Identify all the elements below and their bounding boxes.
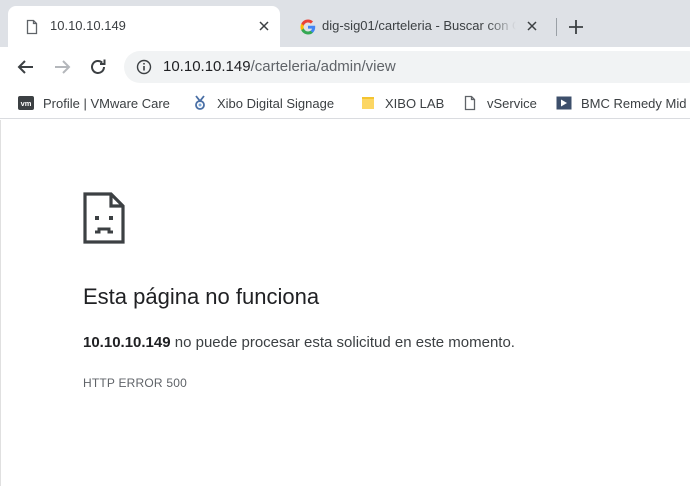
bookmark-folder-xibo-lab[interactable]: XIBO LAB [360,94,444,112]
page-content: Esta página no funciona 10.10.10.149 no … [0,120,690,486]
bookmark-bmc-remedy[interactable]: BMC Remedy Mid [556,94,690,112]
vmware-icon: vm [18,96,34,110]
error-code: HTTP ERROR 500 [83,376,187,390]
folder-icon [362,97,374,109]
url-host: 10.10.10.149 [163,58,251,75]
info-icon[interactable] [136,59,152,75]
back-arrow-icon[interactable] [14,55,38,79]
bookmark-label: vService [487,95,537,111]
bmc-icon [556,96,572,110]
error-title: Esta página no funciona [83,284,320,309]
tab-title: dig-sig01/carteleria - Buscar con Google [322,18,516,33]
tab-active[interactable]: 10.10.10.149 [8,6,280,47]
error-description: 10.10.10.149 no puede procesar esta soli… [83,334,515,351]
bookmark-xibo-digital-signage[interactable]: Xibo Digital Signage [192,94,334,112]
tab-strip: 10.10.10.149 dig-sig01/carteleria - Busc… [0,0,690,47]
bookmark-label: Profile | VMware Care [43,95,170,111]
google-icon [300,19,316,35]
bookmark-label: XIBO LAB [385,95,445,111]
bookmark-vservice[interactable]: vService [462,94,537,112]
bookmark-label: Xibo Digital Signage [217,95,335,111]
reload-icon[interactable] [86,55,110,79]
tab-divider [556,18,557,36]
svg-text:vm: vm [21,99,32,108]
xibo-icon [195,95,205,110]
bookmark-label: BMC Remedy Mid [581,95,687,111]
tab-title: 10.10.10.149 [50,18,126,33]
page-icon [464,95,476,111]
close-tab-icon[interactable] [524,18,540,34]
toolbar: 10.10.10.149/carteleria/admin/view [0,47,690,87]
tab-google-search[interactable]: dig-sig01/carteleria - Buscar con Google [284,6,554,47]
url-path: /carteleria/admin/view [250,58,396,75]
error-host: 10.10.10.149 [83,334,171,351]
page-icon [26,19,38,35]
sad-page-icon [83,192,125,244]
address-bar[interactable]: 10.10.10.149/carteleria/admin/view [124,51,690,83]
error-message: no puede procesar esta solicitud en este… [170,334,515,351]
url-text: 10.10.10.149/carteleria/admin/view [163,58,396,75]
new-tab-icon[interactable] [566,17,586,37]
bookmark-vmware-profile[interactable]: vm Profile | VMware Care [18,94,172,112]
close-tab-icon[interactable] [256,18,272,34]
forward-arrow-icon[interactable] [50,55,74,79]
bookmarks-bar: vm Profile | VMware Care Xibo Digital Si… [0,87,690,119]
